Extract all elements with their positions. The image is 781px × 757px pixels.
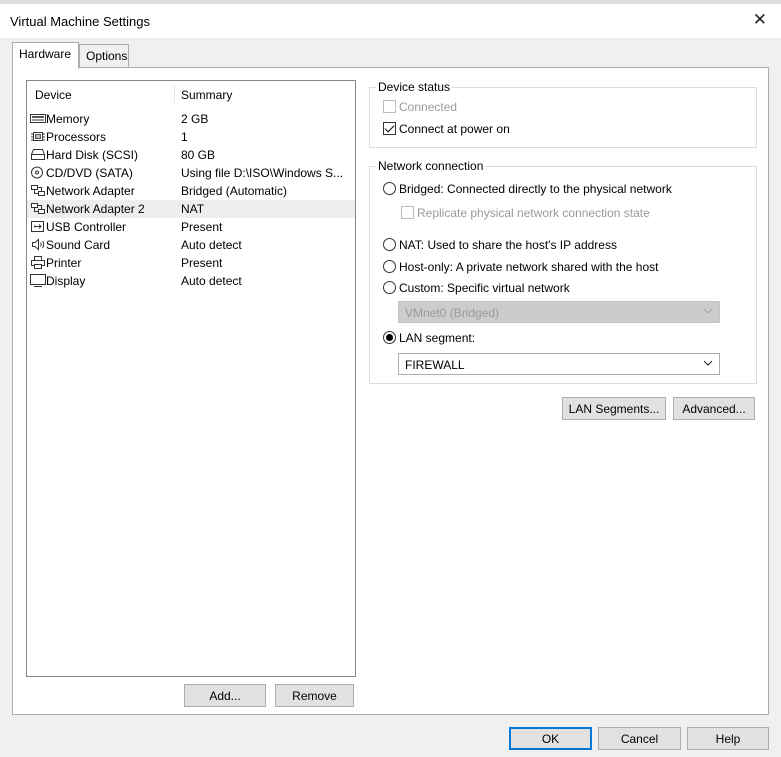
nat-label: NAT: Used to share the host's IP address [399, 238, 617, 252]
device-row-usb-controller[interactable]: USB Controller Present [27, 218, 355, 236]
close-icon[interactable]: ✕ [753, 11, 767, 28]
device-list-header: Device Summary [27, 81, 355, 105]
device-name: Network Adapter [46, 184, 135, 198]
column-divider[interactable] [174, 85, 175, 103]
connect-at-power-on-checkbox[interactable]: Connect at power on [383, 122, 510, 136]
replicate-checkbox-box[interactable] [401, 206, 414, 219]
tab-options[interactable]: Options [79, 44, 129, 68]
column-header-device[interactable]: Device [35, 88, 72, 102]
device-summary: Auto detect [181, 238, 242, 252]
device-summary: Present [181, 220, 223, 234]
tab-options-label: Options [86, 49, 128, 63]
device-name: Display [46, 274, 86, 288]
device-name: Printer [46, 256, 82, 270]
device-summary: 2 GB [181, 112, 209, 126]
chevron-down-icon [703, 308, 713, 314]
lan-segment-radio[interactable]: LAN segment: [383, 331, 475, 345]
replicate-label: Replicate physical network connection st… [417, 206, 650, 220]
device-summary: Using file D:\ISO\Windows S... [181, 166, 344, 180]
hard-disk-icon [30, 149, 46, 160]
device-row-network-adapter[interactable]: Network Adapter Bridged (Automatic) [27, 182, 355, 200]
device-name: Memory [46, 112, 90, 126]
ok-button[interactable]: OK [509, 727, 592, 750]
device-row-sound-card[interactable]: Sound Card Auto detect [27, 236, 355, 254]
custom-network-select[interactable]: VMnet0 (Bridged) [398, 301, 720, 323]
bridged-radio[interactable]: Bridged: Connected directly to the physi… [383, 182, 672, 196]
device-row-display[interactable]: Display Auto detect [27, 272, 355, 290]
device-name: Sound Card [46, 238, 111, 252]
memory-icon [30, 114, 46, 123]
add-button[interactable]: Add... [184, 684, 266, 707]
device-row-network-adapter-2[interactable]: Network Adapter 2 NAT [27, 200, 355, 218]
printer-icon [31, 256, 45, 269]
bridged-label: Bridged: Connected directly to the physi… [399, 182, 672, 196]
device-summary: NAT [181, 202, 205, 216]
chevron-down-icon [703, 360, 713, 366]
tab-hardware[interactable]: Hardware [12, 42, 79, 69]
advanced-button[interactable]: Advanced... [673, 397, 755, 420]
cd-dvd-icon [31, 166, 43, 179]
network-adapter-icon [31, 185, 45, 196]
bridged-radio-circle[interactable] [383, 182, 396, 195]
lan-segment-label: LAN segment: [399, 331, 476, 345]
connected-label: Connected [399, 100, 458, 114]
device-summary: Auto detect [181, 274, 242, 288]
lan-segments-button[interactable]: LAN Segments... [562, 397, 666, 420]
device-summary: 1 [181, 130, 188, 144]
monitor-icon [30, 274, 46, 287]
hardware-tab-panel: Device Summary Memory 2 GB Processors 1 … [12, 67, 769, 715]
device-name: CD/DVD (SATA) [46, 166, 133, 180]
column-header-summary[interactable]: Summary [181, 88, 232, 102]
nat-radio-circle[interactable] [383, 238, 396, 251]
device-summary: 80 GB [181, 148, 216, 162]
cancel-button[interactable]: Cancel [598, 727, 681, 750]
window-title: Virtual Machine Settings [10, 14, 150, 29]
device-status-legend: Device status [376, 80, 453, 94]
network-connection-legend: Network connection [376, 159, 486, 173]
dialog-footer: OK Cancel Help [0, 717, 781, 757]
usb-icon [31, 221, 44, 232]
device-row-memory[interactable]: Memory 2 GB [27, 110, 355, 128]
device-name: USB Controller [46, 220, 127, 234]
device-summary: Bridged (Automatic) [181, 184, 288, 198]
device-name: Hard Disk (SCSI) [46, 148, 139, 162]
device-list[interactable]: Device Summary Memory 2 GB Processors 1 … [26, 80, 356, 677]
device-row-hard-disk[interactable]: Hard Disk (SCSI) 80 GB [27, 146, 355, 164]
speaker-icon [32, 238, 45, 251]
device-row-processors[interactable]: Processors 1 [27, 128, 355, 146]
processor-icon [31, 132, 45, 141]
device-status-group: Device status Connected Connect at power… [369, 80, 757, 148]
lan-segment-value: FIREWALL [405, 358, 465, 372]
custom-label: Custom: Specific virtual network [399, 281, 570, 295]
custom-radio-circle[interactable] [383, 281, 396, 294]
network-adapter-icon [31, 203, 45, 214]
connect-at-power-on-box[interactable] [383, 122, 396, 135]
connect-at-power-on-label: Connect at power on [399, 122, 510, 136]
custom-network-value: VMnet0 (Bridged) [405, 306, 500, 320]
replicate-checkbox[interactable]: Replicate physical network connection st… [401, 206, 650, 220]
host-only-radio[interactable]: Host-only: A private network shared with… [383, 260, 658, 274]
network-connection-group: Network connection Bridged: Connected di… [369, 159, 757, 384]
tab-hardware-label: Hardware [19, 47, 72, 61]
title-bar: Virtual Machine Settings ✕ [0, 4, 781, 38]
device-row-cd-dvd[interactable]: CD/DVD (SATA) Using file D:\ISO\Windows … [27, 164, 355, 182]
connected-checkbox-box[interactable] [383, 100, 396, 113]
device-name: Processors [46, 130, 107, 144]
device-summary: Present [181, 256, 223, 270]
lan-segment-radio-circle[interactable] [383, 331, 396, 344]
lan-segment-select[interactable]: FIREWALL [398, 353, 720, 375]
help-button[interactable]: Help [687, 727, 769, 750]
device-name: Network Adapter 2 [46, 202, 145, 216]
custom-radio[interactable]: Custom: Specific virtual network [383, 281, 570, 295]
host-only-label: Host-only: A private network shared with… [399, 260, 659, 274]
host-only-radio-circle[interactable] [383, 260, 396, 273]
nat-radio[interactable]: NAT: Used to share the host's IP address [383, 238, 617, 252]
remove-button[interactable]: Remove [275, 684, 354, 707]
connected-checkbox[interactable]: Connected [383, 100, 457, 114]
device-row-printer[interactable]: Printer Present [27, 254, 355, 272]
